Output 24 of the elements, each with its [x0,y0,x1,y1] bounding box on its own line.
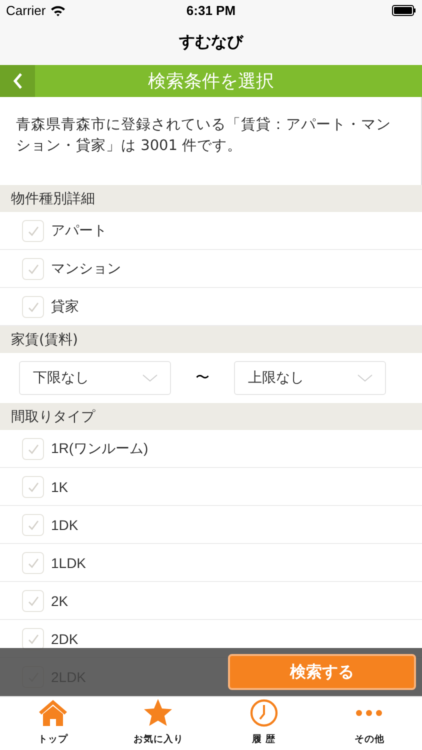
result-summary: 青森県青森市に登録されている「賃貸：アパート・マンション・貸家」は 3001 件です。 [16,117,391,154]
tab-item[interactable]: トップ [0,697,106,750]
app-title: すむなび [179,32,243,53]
checkbox-label: アパート [51,222,107,240]
carrier-label: Carrier [6,2,46,18]
min-rent-dropdown[interactable]: 下限なし [19,361,171,395]
page-title: 検索条件を選択 [148,70,274,93]
checkbox-label: 1LDK [51,554,86,570]
checkbox-label: 1DK [51,516,78,532]
max-rent-dropdown[interactable]: 上限なし [234,361,386,395]
tab-item[interactable]: お気に入り [106,697,211,750]
tab-item[interactable]: その他 [316,697,422,750]
section-header: 家賃(賃料) [11,330,78,348]
checkbox-label: 2DK [51,630,78,646]
checkbox-label: 1R(ワンルーム) [51,440,148,458]
checkbox-label: 貸家 [51,298,79,316]
checkbox-label: マンション [51,260,121,278]
clock-time: 6:31 PM [186,2,236,18]
section-header: 間取りタイプ [11,408,95,426]
checkbox-label: 1K [51,478,68,494]
checkbox-label: 2K [51,592,68,608]
section-header: 物件種別詳細 [11,190,95,208]
tab-item[interactable]: 履 歴 [211,697,316,750]
range-separator: 〜 [196,370,210,386]
